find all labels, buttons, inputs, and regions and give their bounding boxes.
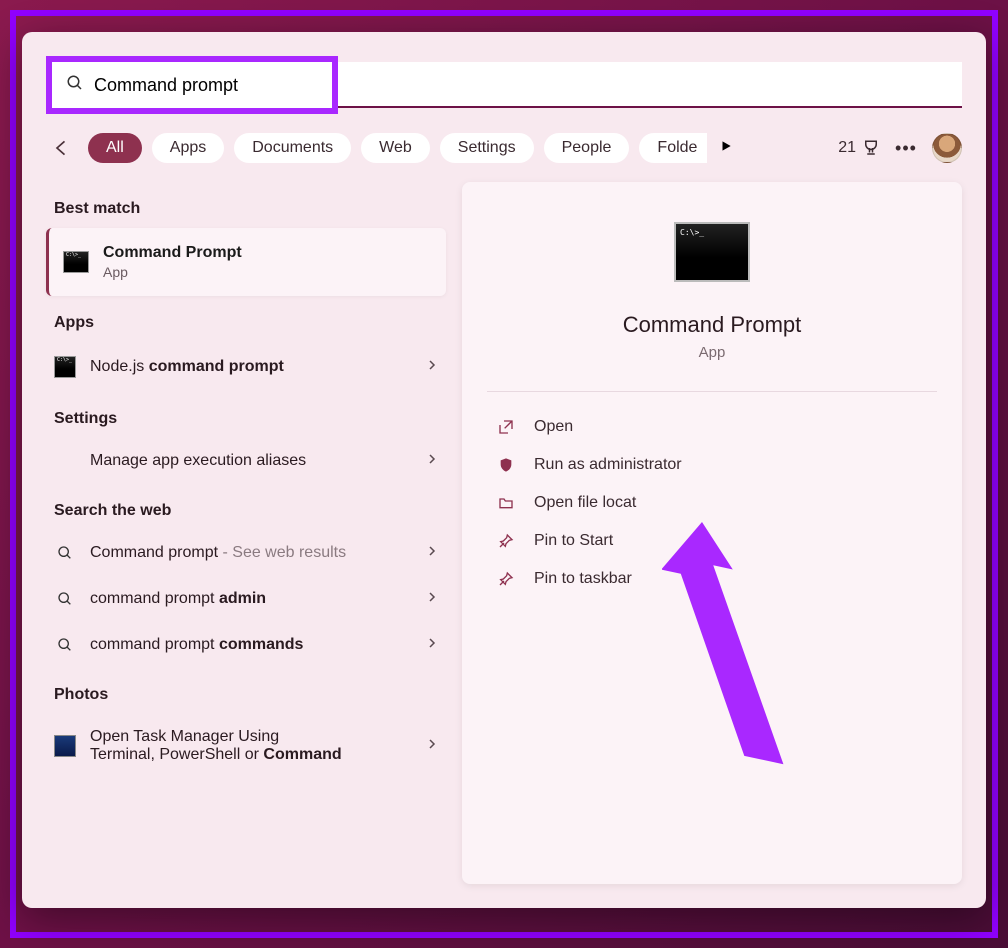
search-input[interactable]	[94, 75, 326, 96]
filter-folders[interactable]: Folde	[639, 133, 707, 163]
app-result-nodejs[interactable]: Node.js command prompt	[46, 342, 446, 392]
more-button[interactable]: •••	[890, 138, 922, 159]
photo-result-0[interactable]: Open Task Manager Using Terminal, PowerS…	[46, 714, 446, 778]
web-header: Search the web	[54, 502, 438, 520]
action-label: Pin to taskbar	[534, 570, 632, 588]
command-prompt-large-icon	[674, 222, 750, 282]
web-result-1[interactable]: command prompt admin	[46, 576, 446, 622]
back-button[interactable]	[46, 132, 78, 164]
outer-annotation-frame: All Apps Documents Web Settings People F…	[10, 10, 998, 938]
action-run-as-admin[interactable]: Run as administrator	[492, 446, 932, 484]
filter-documents[interactable]: Documents	[234, 133, 351, 163]
chevron-right-icon	[426, 544, 438, 562]
action-label: Open	[534, 418, 573, 436]
web-result-2[interactable]: command prompt commands	[46, 622, 446, 668]
filter-people[interactable]: People	[544, 133, 630, 163]
filter-web[interactable]: Web	[361, 133, 430, 163]
action-pin-to-start[interactable]: Pin to Start	[492, 522, 932, 560]
search-input-container[interactable]	[52, 62, 332, 108]
chevron-right-icon	[426, 452, 438, 470]
pin-icon	[496, 571, 516, 587]
apps-header: Apps	[54, 314, 438, 332]
action-label: Run as administrator	[534, 456, 682, 474]
command-prompt-icon	[63, 251, 89, 273]
action-pin-to-taskbar[interactable]: Pin to taskbar	[492, 560, 932, 598]
action-label: Open file locat	[534, 494, 636, 512]
web-result-0[interactable]: Command prompt - See web results	[46, 530, 446, 576]
windows-search-panel: All Apps Documents Web Settings People F…	[22, 32, 986, 908]
best-match-title: Command Prompt	[103, 244, 242, 262]
chevron-right-icon	[426, 358, 438, 376]
preview-divider	[487, 391, 937, 392]
action-open[interactable]: Open	[492, 408, 932, 446]
search-highlight-annotation	[46, 56, 338, 114]
open-icon	[496, 419, 516, 435]
photos-header: Photos	[54, 686, 438, 704]
search-icon	[54, 637, 76, 653]
shield-icon	[496, 457, 516, 473]
folder-icon	[496, 495, 516, 511]
preview-panel: Command Prompt App Open Run as administr…	[462, 182, 962, 884]
chevron-right-icon	[426, 590, 438, 608]
filter-settings[interactable]: Settings	[440, 133, 534, 163]
rewards-icon	[862, 139, 880, 157]
settings-header: Settings	[54, 410, 438, 428]
best-match-header: Best match	[54, 200, 438, 218]
filter-all[interactable]: All	[88, 133, 142, 163]
best-match-subtitle: App	[103, 264, 242, 280]
results-column: Best match Command Prompt App Apps Node.…	[46, 182, 446, 884]
filter-row: All Apps Documents Web Settings People F…	[22, 114, 986, 172]
main-area: Best match Command Prompt App Apps Node.…	[22, 172, 986, 908]
action-open-file-location[interactable]: Open file locat	[492, 484, 932, 522]
action-label: Pin to Start	[534, 532, 613, 550]
photo-thumbnail-icon	[54, 735, 76, 757]
setting-result-aliases[interactable]: Manage app execution aliases	[46, 438, 446, 484]
filter-apps[interactable]: Apps	[152, 133, 224, 163]
rewards-points[interactable]: 21	[838, 139, 880, 157]
preview-title: Command Prompt	[492, 312, 932, 338]
rewards-count: 21	[838, 139, 856, 157]
pin-icon	[496, 533, 516, 549]
search-bar-extension[interactable]	[338, 62, 962, 108]
search-icon	[54, 591, 76, 607]
best-match-result[interactable]: Command Prompt App	[46, 228, 446, 296]
search-bar-row	[22, 32, 986, 114]
user-avatar[interactable]	[932, 133, 962, 163]
chevron-right-icon	[426, 636, 438, 654]
search-icon	[66, 74, 84, 97]
filter-overflow-icon[interactable]	[719, 139, 733, 158]
chevron-right-icon	[426, 737, 438, 755]
preview-subtitle: App	[492, 344, 932, 361]
search-icon	[54, 545, 76, 561]
nodejs-prompt-icon	[54, 356, 76, 378]
